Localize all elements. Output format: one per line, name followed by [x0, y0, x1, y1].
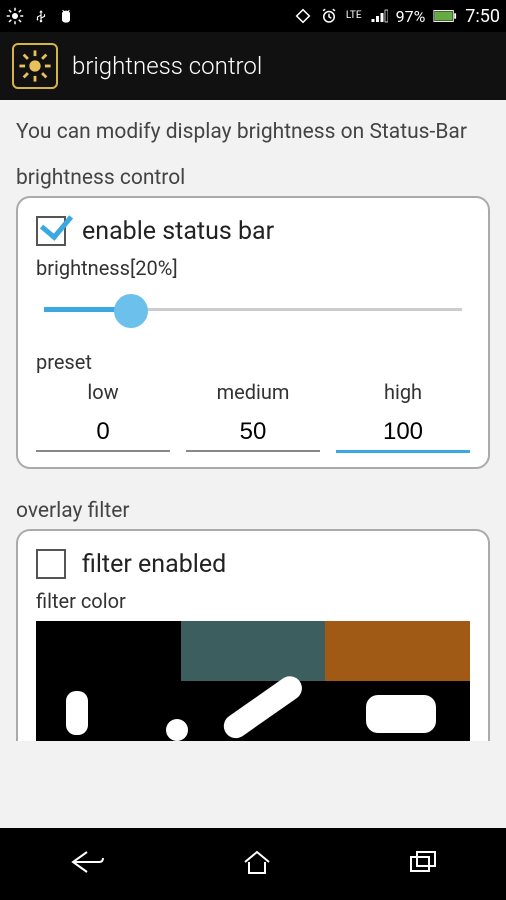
recent-apps-button[interactable]	[407, 849, 439, 879]
brightness-status-icon	[6, 7, 24, 25]
filter-swatch-2[interactable]	[325, 621, 470, 681]
clock-text: 7:50	[465, 6, 500, 27]
preset-medium-input[interactable]	[186, 414, 320, 452]
enable-status-bar-checkbox[interactable]	[36, 216, 66, 246]
battery-percent: 97%	[396, 7, 426, 26]
battery-icon	[433, 9, 457, 23]
filter-enabled-checkbox[interactable]	[36, 549, 66, 579]
network-label: LTE	[346, 11, 362, 21]
preset-low-label: low	[36, 380, 170, 404]
preset-high-label: high	[336, 380, 470, 404]
filter-color-label: filter color	[36, 589, 470, 613]
back-button[interactable]	[67, 848, 107, 880]
brightness-slider-label: brightness[20%]	[36, 256, 470, 280]
preset-medium-label: medium	[186, 380, 320, 404]
brightness-slider[interactable]	[36, 286, 470, 336]
overlay-section-label: overlay filter	[16, 499, 490, 523]
app-bar: brightness control	[0, 32, 506, 100]
brightness-card: enable status bar brightness[20%] preset…	[16, 196, 490, 469]
filter-preview-strip	[36, 681, 470, 741]
android-status-bar: LTE 97% 7:50	[0, 0, 506, 32]
android-debug-icon	[58, 7, 74, 25]
filter-enabled-label: filter enabled	[82, 550, 226, 579]
filter-swatch-0[interactable]	[36, 621, 181, 681]
app-title: brightness control	[72, 52, 262, 80]
overlay-card: filter enabled filter color	[16, 529, 490, 741]
brightness-section-label: brightness control	[16, 166, 490, 190]
preset-high-input[interactable]	[336, 414, 470, 453]
alarm-icon	[320, 7, 338, 25]
enable-status-bar-label: enable status bar	[82, 217, 274, 246]
preset-low-input[interactable]	[36, 414, 170, 452]
usb-icon	[34, 7, 48, 25]
home-button[interactable]	[241, 848, 273, 880]
app-icon	[12, 43, 58, 89]
page-description: You can modify display brightness on Sta…	[16, 120, 490, 144]
filter-color-swatches[interactable]	[36, 621, 470, 681]
preset-label: preset	[36, 350, 470, 374]
android-nav-bar	[0, 828, 506, 900]
rotate-icon	[294, 7, 312, 25]
signal-icon	[370, 8, 388, 24]
filter-swatch-1[interactable]	[181, 621, 326, 681]
